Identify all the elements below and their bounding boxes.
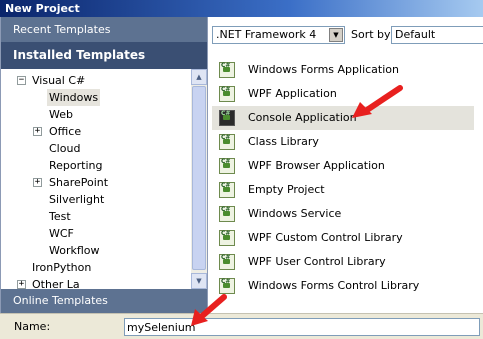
- sort-by-select-value: Default: [395, 28, 436, 41]
- template-label: WPF Browser Application: [248, 159, 385, 172]
- tree-item-label: Windows: [47, 89, 101, 106]
- wpf-user-control-icon: C#: [219, 254, 235, 270]
- expand-icon[interactable]: +: [17, 280, 26, 289]
- template-label: Windows Forms Control Library: [248, 279, 420, 292]
- template-item-wpf-browser-application[interactable]: C# WPF Browser Application: [212, 154, 474, 178]
- wpf-icon: C#: [219, 86, 235, 102]
- template-label: WPF Custom Control Library: [248, 231, 403, 244]
- template-item-console-application[interactable]: C# Console Application: [212, 106, 474, 130]
- name-label: Name:: [14, 320, 51, 333]
- console-icon: C#: [219, 110, 235, 126]
- tree-item-label: Cloud: [49, 142, 81, 155]
- tree-item-label: IronPython: [32, 261, 92, 274]
- expand-icon[interactable]: +: [33, 127, 42, 136]
- recent-templates-header[interactable]: Recent Templates: [1, 17, 207, 42]
- template-label: Windows Service: [248, 207, 342, 220]
- template-categories-panel: Recent Templates Installed Templates − V…: [1, 17, 208, 313]
- wpf-custom-control-icon: C#: [219, 230, 235, 246]
- chevron-down-icon[interactable]: ▼: [329, 28, 343, 42]
- template-label: Empty Project: [248, 183, 325, 196]
- template-item-windows-service[interactable]: C# Windows Service: [212, 202, 474, 226]
- template-item-class-library[interactable]: C# Class Library: [212, 130, 474, 154]
- framework-select-value: .NET Framework 4: [216, 28, 317, 41]
- tree-item-label: Other La: [32, 278, 80, 289]
- template-label: Class Library: [248, 135, 319, 148]
- tree-item-label: WCF: [49, 227, 74, 240]
- framework-select[interactable]: .NET Framework 4 ▼: [212, 26, 345, 44]
- windows-service-icon: C#: [219, 206, 235, 222]
- tree-item-label: Web: [49, 108, 73, 121]
- template-item-wpf-application[interactable]: C# WPF Application: [212, 82, 474, 106]
- online-templates-header[interactable]: Online Templates: [1, 289, 207, 313]
- sort-by-select[interactable]: Default: [391, 26, 483, 44]
- template-item-windows-forms-control-library[interactable]: C# Windows Forms Control Library: [212, 274, 474, 298]
- scroll-down-icon[interactable]: ▼: [191, 273, 207, 289]
- tree-item-label: SharePoint: [49, 176, 109, 189]
- winforms-icon: C#: [219, 62, 235, 78]
- class-library-icon: C#: [219, 134, 235, 150]
- tree-item-label: Silverlight: [49, 193, 105, 206]
- template-item-windows-forms-application[interactable]: C# Windows Forms Application: [212, 58, 474, 82]
- template-item-empty-project[interactable]: C# Empty Project: [212, 178, 474, 202]
- sort-by-label: Sort by:: [351, 28, 394, 41]
- installed-templates-header[interactable]: Installed Templates: [1, 42, 207, 69]
- window-title: New Project: [0, 0, 483, 17]
- scroll-thumb[interactable]: [192, 86, 206, 270]
- expand-icon[interactable]: +: [33, 178, 42, 187]
- project-name-bar: Name:: [0, 313, 483, 339]
- template-label: Console Application: [248, 111, 357, 124]
- collapse-icon[interactable]: −: [17, 76, 26, 85]
- template-item-wpf-user-control-library[interactable]: C# WPF User Control Library: [212, 250, 474, 274]
- project-name-input[interactable]: [124, 318, 480, 336]
- tree-scrollbar[interactable]: ▲ ▼: [191, 69, 207, 289]
- tree-item-label: Workflow: [49, 244, 100, 257]
- template-item-wpf-custom-control-library[interactable]: C# WPF Custom Control Library: [212, 226, 474, 250]
- scroll-up-icon[interactable]: ▲: [191, 69, 207, 85]
- tree-item-label: Office: [49, 125, 82, 138]
- red-arrow-icon: [191, 294, 227, 326]
- templates-toolbar: .NET Framework 4 ▼ Sort by: Default: [209, 17, 483, 48]
- template-tree: − Visual C# Windows Web + Office Cloud R…: [1, 69, 191, 289]
- template-label: WPF User Control Library: [248, 255, 386, 268]
- templates-panel: .NET Framework 4 ▼ Sort by: Default C# W…: [209, 17, 483, 313]
- template-label: Windows Forms Application: [248, 63, 399, 76]
- tree-item-label: Test: [49, 210, 71, 223]
- template-label: WPF Application: [248, 87, 337, 100]
- red-arrow-icon: [352, 85, 403, 118]
- wpf-browser-icon: C#: [219, 158, 235, 174]
- empty-project-icon: C#: [219, 182, 235, 198]
- tree-item-label: Reporting: [49, 159, 103, 172]
- winforms-control-icon: C#: [219, 278, 235, 294]
- tree-item-label: Visual C#: [32, 74, 86, 87]
